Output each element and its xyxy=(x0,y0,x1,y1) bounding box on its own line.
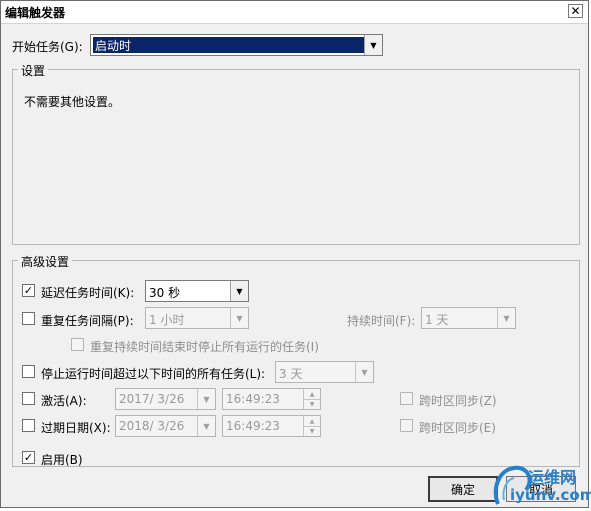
activate-time-value: 16:49:23 xyxy=(226,392,280,406)
delay-task-label: 延迟任务时间(K): xyxy=(41,286,135,300)
delay-task-value: 30 秒 xyxy=(149,286,181,300)
dialog-title: 编辑触发器 xyxy=(5,6,66,20)
activate-time-stepper[interactable]: 16:49:23 ▲ ▼ xyxy=(222,388,321,410)
duration-select[interactable]: 1 天 ▼ xyxy=(421,307,516,329)
activate-label: 激活(A): xyxy=(41,394,87,408)
advanced-group-title: 高级设置 xyxy=(18,253,73,270)
edit-trigger-dialog: 编辑触发器 ✕ 开始任务(G): 启动时 ▼ 设置 不需要其他设置。 高级设置 … xyxy=(0,0,589,508)
expire-sync-checkbox[interactable] xyxy=(400,419,413,432)
repeat-interval-value: 1 小时 xyxy=(149,313,185,327)
expire-label: 过期日期(X): xyxy=(41,421,111,435)
stop-longer-select[interactable]: 3 天 ▼ xyxy=(275,361,374,383)
expire-date-picker[interactable]: 2018/ 3/26 ▼ xyxy=(115,415,216,437)
expire-date-value: 2018/ 3/26 xyxy=(119,419,185,433)
repeat-task-checkbox[interactable] xyxy=(22,312,35,325)
activate-sync-checkbox[interactable] xyxy=(400,392,413,405)
chevron-down-icon[interactable]: ▼ xyxy=(230,308,248,328)
activate-date-value: 2017/ 3/26 xyxy=(119,392,185,406)
begin-task-value: 启动时 xyxy=(93,37,364,53)
chevron-down-icon[interactable]: ▼ xyxy=(497,308,515,328)
stop-longer-label: 停止运行时间超过以下时间的所有任务(L): xyxy=(41,367,266,381)
settings-text: 不需要其他设置。 xyxy=(24,95,121,109)
enabled-label: 启用(B) xyxy=(41,453,83,467)
chevron-down-icon[interactable]: ▼ xyxy=(230,281,248,301)
delay-task-select[interactable]: 30 秒 ▼ xyxy=(145,280,249,302)
begin-task-select[interactable]: 启动时 ▼ xyxy=(90,34,383,56)
chevron-down-icon[interactable]: ▼ xyxy=(197,416,215,436)
enabled-checkbox[interactable]: ✓ xyxy=(22,451,35,464)
watermark: 运维网 iyunv.com xyxy=(490,460,591,508)
stop-at-end-checkbox[interactable] xyxy=(71,338,84,351)
stop-longer-checkbox[interactable] xyxy=(22,365,35,378)
begin-task-label: 开始任务(G): xyxy=(12,40,83,54)
activate-checkbox[interactable] xyxy=(22,392,35,405)
title-bar: 编辑触发器 ✕ xyxy=(1,1,588,24)
check-icon: ✓ xyxy=(23,284,34,297)
activate-sync-label: 跨时区同步(Z) xyxy=(419,394,497,408)
repeat-task-label: 重复任务间隔(P): xyxy=(41,314,134,328)
chevron-down-icon[interactable]: ▼ xyxy=(355,362,373,382)
check-icon: ✓ xyxy=(23,451,34,464)
close-button[interactable]: ✕ xyxy=(568,4,583,18)
duration-label: 持续时间(F): xyxy=(347,314,416,328)
stop-at-end-label: 重复持续时间结束时停止所有运行的任务(I) xyxy=(90,340,319,354)
repeat-interval-select[interactable]: 1 小时 ▼ xyxy=(145,307,249,329)
chevron-down-icon[interactable]: ▼ xyxy=(303,426,320,436)
chevron-down-icon[interactable]: ▼ xyxy=(197,389,215,409)
watermark-text-cn: 运维网 xyxy=(528,468,577,487)
settings-group-title: 设置 xyxy=(18,62,49,79)
expire-time-value: 16:49:23 xyxy=(226,419,280,433)
chevron-down-icon[interactable]: ▼ xyxy=(303,399,320,409)
watermark-text-url: iyunv.com xyxy=(510,486,591,504)
activate-date-picker[interactable]: 2017/ 3/26 ▼ xyxy=(115,388,216,410)
delay-task-checkbox[interactable]: ✓ xyxy=(22,284,35,297)
expire-sync-label: 跨时区同步(E) xyxy=(419,421,496,435)
ok-button-label: 确定 xyxy=(450,482,475,497)
expire-checkbox[interactable] xyxy=(22,419,35,432)
expire-time-stepper[interactable]: 16:49:23 ▲ ▼ xyxy=(222,415,321,437)
close-icon: ✕ xyxy=(570,4,581,18)
chevron-down-icon[interactable]: ▼ xyxy=(364,35,382,55)
stop-longer-value: 3 天 xyxy=(279,367,303,381)
ok-button[interactable]: 确定 xyxy=(428,476,498,502)
duration-value: 1 天 xyxy=(425,313,449,327)
